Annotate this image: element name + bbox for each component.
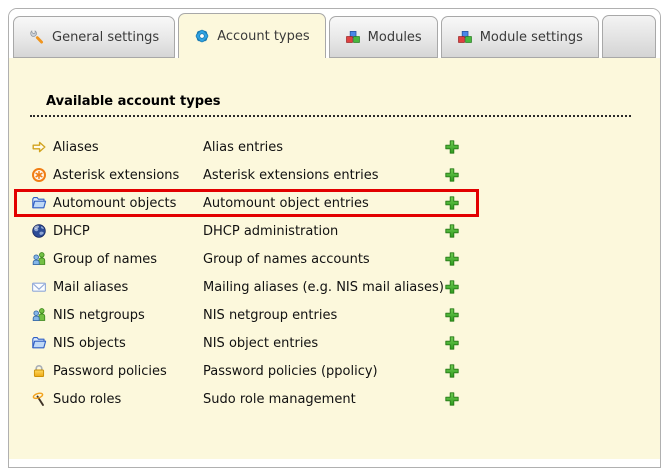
tab-label: General settings <box>52 30 159 45</box>
add-account-type-button[interactable] <box>444 391 460 407</box>
account-type-description: Automount object entries <box>203 196 369 211</box>
account-type-label: NIS netgroups <box>53 308 203 323</box>
add-plus-icon <box>444 363 460 379</box>
add-account-type-button[interactable] <box>444 139 460 155</box>
account-type-label: Automount objects <box>53 196 203 211</box>
account-type-row-sudo-roles: Sudo roles Sudo role management <box>31 385 460 413</box>
account-type-description: Asterisk extensions entries <box>203 168 379 183</box>
account-type-row-dhcp: DHCP DHCP administration <box>31 217 460 245</box>
gear-icon <box>194 28 210 44</box>
section-title: Available account types <box>30 94 631 117</box>
account-type-row-nis-netgroups: NIS netgroups NIS netgroup entries <box>31 301 460 329</box>
account-type-description: Alias entries <box>203 140 283 155</box>
tab-module-settings[interactable]: Module settings <box>441 16 599 58</box>
add-account-type-button[interactable] <box>444 251 460 267</box>
account-type-description: NIS netgroup entries <box>203 308 337 323</box>
add-account-type-button[interactable] <box>444 335 460 351</box>
modules-icon <box>457 29 473 45</box>
account-type-description: Password policies (ppolicy) <box>203 364 378 379</box>
account-type-label: DHCP <box>53 224 203 239</box>
wand-icon <box>31 391 47 407</box>
account-type-row-mail-aliases: Mail aliases Mailing aliases (e.g. NIS m… <box>31 273 460 301</box>
tab-general-settings[interactable]: General settings <box>13 16 175 58</box>
tab-account-types[interactable]: Account types <box>178 13 325 58</box>
add-plus-icon <box>444 307 460 323</box>
add-account-type-button[interactable] <box>444 307 460 323</box>
account-type-description: NIS object entries <box>203 336 318 351</box>
add-plus-icon <box>444 279 460 295</box>
account-type-label: NIS objects <box>53 336 203 351</box>
settings-window: General settings Account types Modules M… <box>8 8 661 468</box>
tabbar-filler <box>602 15 656 58</box>
globe-icon <box>31 223 47 239</box>
tab-label: Modules <box>368 30 422 45</box>
account-type-label: Password policies <box>53 364 203 379</box>
add-account-type-button[interactable] <box>444 223 460 239</box>
account-type-list: Aliases Alias entries Asterisk extension… <box>31 133 460 413</box>
tab-bar: General settings Account types Modules M… <box>9 9 660 58</box>
account-type-row-password-policies: Password policies Password policies (ppo… <box>31 357 460 385</box>
users-icon <box>31 251 47 267</box>
account-type-label: Aliases <box>53 140 203 155</box>
add-plus-icon <box>444 195 460 211</box>
account-type-label: Mail aliases <box>53 280 203 295</box>
padlock-icon <box>31 363 47 379</box>
account-types-panel: Available account types Aliases Alias en… <box>9 58 660 459</box>
add-plus-icon <box>444 391 460 407</box>
account-type-row-group-of-names: Group of names Group of names accounts <box>31 245 460 273</box>
account-type-description: DHCP administration <box>203 224 338 239</box>
account-type-row-aliases: Aliases Alias entries <box>31 133 460 161</box>
users-icon <box>31 307 47 323</box>
account-type-row-nis-objects: NIS objects NIS object entries <box>31 329 460 357</box>
account-type-description: Mailing aliases (e.g. NIS mail aliases) <box>203 280 444 295</box>
open-folder-icon <box>31 195 47 211</box>
asterisk-icon <box>31 167 47 183</box>
account-type-label: Sudo roles <box>53 392 203 407</box>
open-folder-icon <box>31 335 47 351</box>
account-type-row-asterisk-extensions: Asterisk extensions Asterisk extensions … <box>31 161 460 189</box>
add-account-type-button[interactable] <box>444 167 460 183</box>
tab-label: Module settings <box>480 30 583 45</box>
account-type-label: Asterisk extensions <box>53 168 203 183</box>
account-type-description: Sudo role management <box>203 392 356 407</box>
account-type-description: Group of names accounts <box>203 252 370 267</box>
account-type-label: Group of names <box>53 252 203 267</box>
tab-modules[interactable]: Modules <box>329 16 438 58</box>
modules-icon <box>345 29 361 45</box>
add-account-type-button[interactable] <box>444 279 460 295</box>
add-account-type-button[interactable] <box>444 195 460 211</box>
wrench-icon <box>29 29 45 45</box>
mail-envelope-icon <box>31 279 47 295</box>
right-arrow-icon <box>31 139 47 155</box>
add-plus-icon <box>444 139 460 155</box>
add-plus-icon <box>444 223 460 239</box>
add-account-type-button[interactable] <box>444 363 460 379</box>
tab-label: Account types <box>217 29 309 44</box>
add-plus-icon <box>444 251 460 267</box>
add-plus-icon <box>444 335 460 351</box>
account-type-row-automount-objects: Automount objects Automount object entri… <box>31 189 460 217</box>
add-plus-icon <box>444 167 460 183</box>
